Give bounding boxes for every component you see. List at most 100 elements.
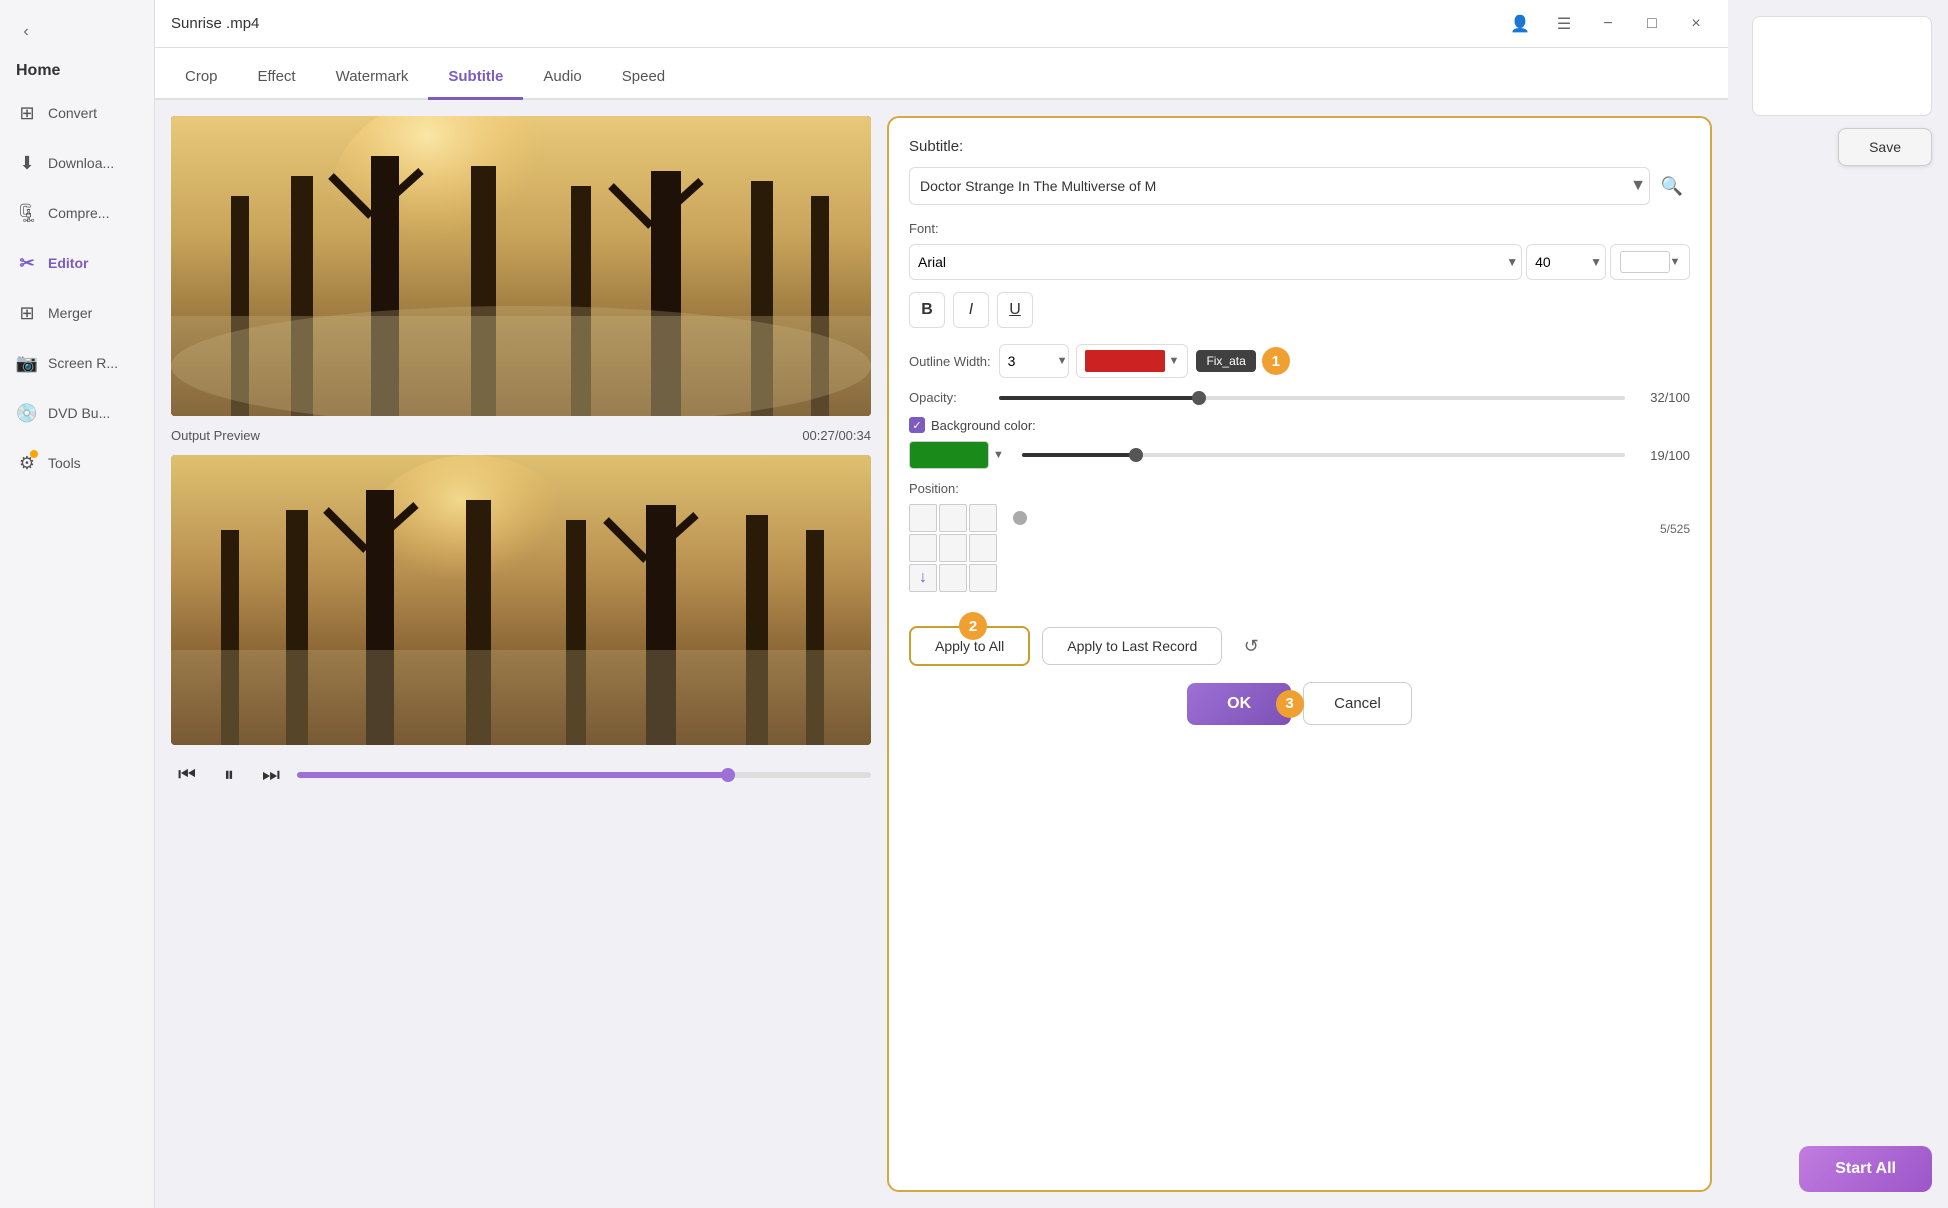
convert-icon: ⊞ <box>16 102 38 124</box>
progress-thumb <box>721 768 735 782</box>
tools-badge <box>30 450 38 458</box>
tab-watermark[interactable]: Watermark <box>316 56 429 100</box>
tooltip-box: Fix_ata <box>1196 350 1255 372</box>
sidebar-item-editor[interactable]: ✂ Editor <box>0 238 154 288</box>
apply-last-btn[interactable]: Apply to Last Record <box>1042 627 1222 665</box>
sidebar: ‹ Home ⊞ Convert ⬇ Downloa... 🗜 Compre..… <box>0 0 155 1208</box>
sidebar-collapse-btn[interactable]: ‹ <box>8 14 44 50</box>
position-slider-area: 5/525 <box>1013 504 1690 536</box>
position-thumb[interactable] <box>1013 511 1027 525</box>
apply-buttons-container: 2 Apply to All Apply to Last Record ↺ <box>909 626 1690 666</box>
title-bar: Sunrise .mp4 👤 ☰ − □ × <box>155 0 1728 48</box>
video-frame-top <box>171 116 871 416</box>
sidebar-item-label: Tools <box>48 455 81 471</box>
tab-crop[interactable]: Crop <box>165 56 238 100</box>
bg-color-chevron[interactable]: ▼ <box>993 449 1004 461</box>
opacity-slider[interactable] <box>999 396 1625 400</box>
white-box <box>1752 16 1932 116</box>
maximize-btn[interactable]: □ <box>1636 8 1668 40</box>
pos-cell-6[interactable] <box>969 534 997 562</box>
sidebar-item-merger[interactable]: ⊞ Merger <box>0 288 154 338</box>
badge-2: 2 <box>959 612 987 640</box>
opacity-thumb[interactable] <box>1192 391 1206 405</box>
collapse-icon: ‹ <box>23 23 28 41</box>
tab-audio[interactable]: Audio <box>523 56 601 100</box>
person-btn[interactable]: 👤 <box>1504 8 1536 40</box>
compress-icon: 🗜 <box>16 202 38 224</box>
minimize-btn[interactable]: − <box>1592 8 1624 40</box>
merger-icon: ⊞ <box>16 302 38 324</box>
tab-effect[interactable]: Effect <box>238 56 316 100</box>
subtitle-row: Doctor Strange In The Multiverse of M ▼ … <box>909 167 1690 205</box>
next-btn[interactable]: ⏭ <box>255 759 287 791</box>
progress-bar[interactable] <box>297 772 871 778</box>
sidebar-item-tools[interactable]: ⚙ Tools <box>0 438 154 488</box>
sidebar-item-convert[interactable]: ⊞ Convert <box>0 88 154 138</box>
window-title: Sunrise .mp4 <box>171 15 259 32</box>
subtitle-search-btn[interactable]: 🔍 <box>1654 168 1690 204</box>
outline-color-btn[interactable]: ▼ <box>1076 344 1189 378</box>
opacity-row: Opacity: 32/100 <box>909 390 1690 405</box>
bg-color-checkbox-label[interactable]: ✓ Background color: <box>909 417 1036 433</box>
opacity-value: 32/100 <box>1635 390 1690 405</box>
pos-cell-3[interactable] <box>969 504 997 532</box>
sidebar-item-label: Compre... <box>48 205 109 221</box>
subtitle-panel: Subtitle: Doctor Strange In The Multiver… <box>887 116 1712 1192</box>
bg-color-row: ✓ Background color: <box>909 417 1690 433</box>
subtitle-select[interactable]: Doctor Strange In The Multiverse of M <box>909 167 1650 205</box>
tooltip-area: Fix_ata 1 <box>1196 347 1289 375</box>
font-color-picker[interactable]: ▼ <box>1610 244 1690 280</box>
pos-cell-1[interactable] <box>909 504 937 532</box>
sidebar-item-label: Editor <box>48 255 88 271</box>
menu-btn[interactable]: ☰ <box>1548 8 1580 40</box>
bold-btn[interactable]: B <box>909 292 945 328</box>
sidebar-item-download[interactable]: ⬇ Downloa... <box>0 138 154 188</box>
bg-color-label: Background color: <box>931 418 1036 433</box>
bg-color-swatch[interactable] <box>909 441 989 469</box>
pos-cell-5[interactable] <box>939 534 967 562</box>
badge-3: 3 <box>1276 690 1304 718</box>
reset-btn[interactable]: ↺ <box>1234 629 1268 663</box>
pos-cell-7[interactable]: ↓ <box>909 564 937 592</box>
bg-color-checkbox[interactable]: ✓ <box>909 417 925 433</box>
sidebar-item-screenr[interactable]: 📷 Screen R... <box>0 338 154 388</box>
start-all-btn[interactable]: Start All <box>1799 1146 1932 1192</box>
video-svg-bottom <box>171 455 871 745</box>
pause-btn[interactable]: ⏸ <box>213 759 245 791</box>
cancel-btn[interactable]: Cancel <box>1303 682 1412 725</box>
badge-1: 1 <box>1262 347 1290 375</box>
playback-controls: ⏮ ⏸ ⏭ <box>171 753 871 797</box>
sidebar-item-compress[interactable]: 🗜 Compre... <box>0 188 154 238</box>
sidebar-item-label: DVD Bu... <box>48 405 110 421</box>
bg-color-picker-row: ▼ <box>909 441 1004 469</box>
underline-btn[interactable]: U <box>997 292 1033 328</box>
close-btn[interactable]: × <box>1680 8 1712 40</box>
position-value: 5/525 <box>1013 522 1690 536</box>
title-bar-controls: 👤 ☰ − □ × <box>1504 8 1712 40</box>
sidebar-item-label: Convert <box>48 105 97 121</box>
far-right-panel: Save Start All <box>1728 0 1948 1208</box>
sidebar-item-label: Merger <box>48 305 92 321</box>
output-label: Output Preview <box>171 428 260 443</box>
bg-opacity-thumb[interactable] <box>1129 448 1143 462</box>
home-label: Home <box>16 62 60 80</box>
title-bar-left: Sunrise .mp4 <box>171 15 259 32</box>
prev-btn[interactable]: ⏮ <box>171 759 203 791</box>
pos-cell-2[interactable] <box>939 504 967 532</box>
outline-value-select[interactable]: 3 <box>999 344 1069 378</box>
main-area: Sunrise .mp4 👤 ☰ − □ × Crop Effect Water… <box>155 0 1728 1208</box>
pos-cell-9[interactable] <box>969 564 997 592</box>
pos-cell-8[interactable] <box>939 564 967 592</box>
tab-subtitle[interactable]: Subtitle <box>428 56 523 100</box>
font-size-select[interactable]: 40 <box>1526 244 1606 280</box>
save-btn[interactable]: Save <box>1838 128 1932 166</box>
video-trees-top <box>171 116 871 416</box>
font-name-select[interactable]: Arial <box>909 244 1522 280</box>
bg-opacity-slider[interactable] <box>1022 453 1625 457</box>
outline-label: Outline Width: <box>909 354 991 369</box>
italic-btn[interactable]: I <box>953 292 989 328</box>
sidebar-item-dvd[interactable]: 💿 DVD Bu... <box>0 388 154 438</box>
tab-speed[interactable]: Speed <box>602 56 685 100</box>
font-color-swatch <box>1620 251 1670 273</box>
pos-cell-4[interactable] <box>909 534 937 562</box>
